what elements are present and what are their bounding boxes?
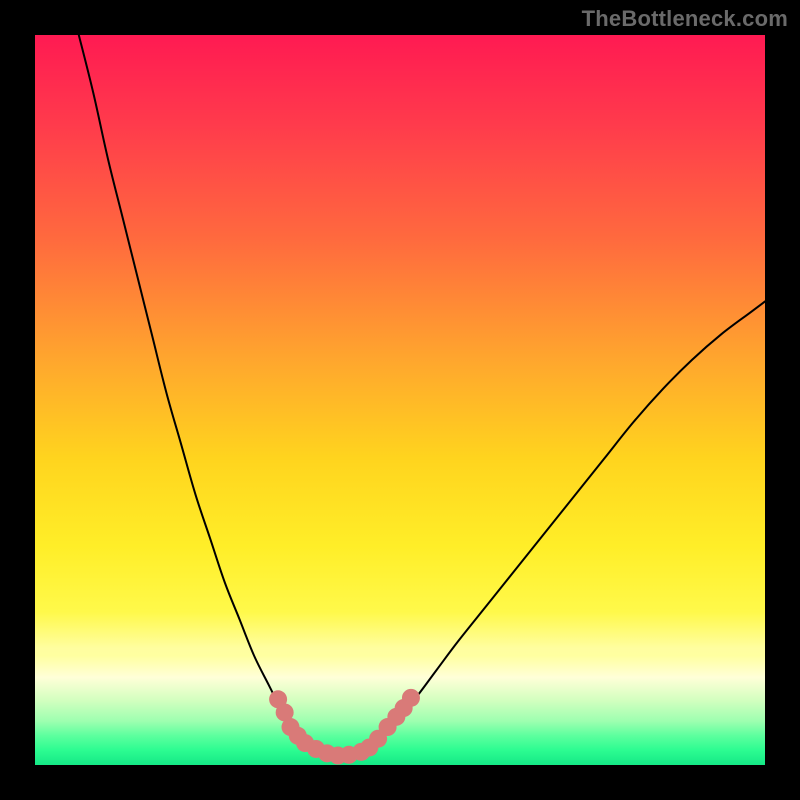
bottleneck-curve	[79, 35, 765, 756]
marker-group	[269, 689, 420, 765]
marker-dot	[402, 689, 420, 707]
curve-layer	[35, 35, 765, 765]
chart-stage: TheBottleneck.com	[0, 0, 800, 800]
plot-area	[35, 35, 765, 765]
watermark-text: TheBottleneck.com	[582, 6, 788, 32]
